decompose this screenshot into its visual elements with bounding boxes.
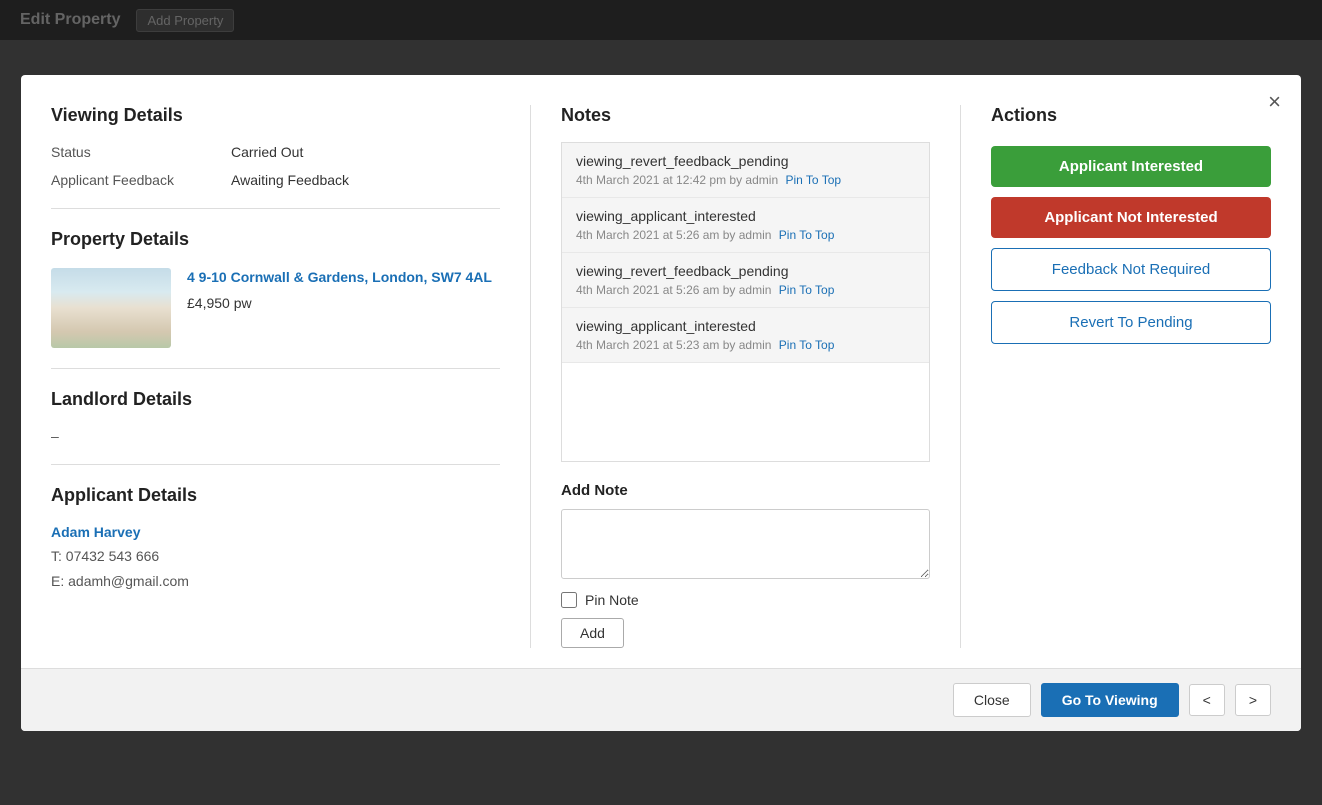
landlord-value: – <box>51 428 500 444</box>
add-note-label: Add Note <box>561 482 930 499</box>
feedback-value: Awaiting Feedback <box>231 172 349 188</box>
pin-to-top-link[interactable]: Pin To Top <box>779 338 835 352</box>
landlord-details-title: Landlord Details <box>51 389 500 410</box>
modal-footer: Close Go To Viewing < > <box>21 668 1301 731</box>
pin-note-checkbox[interactable] <box>561 592 577 608</box>
divider-1 <box>51 208 500 209</box>
notes-scroll-area[interactable]: viewing_revert_feedback_pending 4th Marc… <box>561 142 930 462</box>
applicant-phone: T: 07432 543 666 <box>51 544 500 569</box>
note-meta: 4th March 2021 at 5:23 am by admin Pin T… <box>576 338 915 352</box>
go-to-viewing-button[interactable]: Go To Viewing <box>1041 683 1179 717</box>
pin-note-label: Pin Note <box>585 592 639 608</box>
divider-3 <box>51 464 500 465</box>
property-details-section: Property Details 4 9-10 Cornwall & Garde… <box>51 229 500 348</box>
feedback-not-required-button[interactable]: Feedback Not Required <box>991 248 1271 291</box>
note-text: viewing_applicant_interested <box>576 318 915 334</box>
next-button[interactable]: > <box>1235 684 1271 716</box>
note-text: viewing_applicant_interested <box>576 208 915 224</box>
add-note-button[interactable]: Add <box>561 618 624 648</box>
applicant-name-link[interactable]: Adam Harvey <box>51 524 141 540</box>
list-item: viewing_revert_feedback_pending 4th Marc… <box>562 143 929 198</box>
actions-title: Actions <box>991 105 1271 126</box>
applicant-contact: T: 07432 543 666 E: adamh@gmail.com <box>51 544 500 594</box>
property-address-link[interactable]: 4 9-10 Cornwall & Gardens, London, SW7 4… <box>187 269 492 285</box>
note-text: viewing_revert_feedback_pending <box>576 263 915 279</box>
pin-note-row: Pin Note <box>561 592 930 608</box>
viewing-details-section: Viewing Details Status Carried Out Appli… <box>51 105 500 188</box>
feedback-row: Applicant Feedback Awaiting Feedback <box>51 172 500 188</box>
close-icon[interactable]: × <box>1268 91 1281 113</box>
property-details-title: Property Details <box>51 229 500 250</box>
applicant-details-section: Applicant Details Adam Harvey T: 07432 5… <box>51 485 500 594</box>
add-note-section: Add Note Pin Note Add <box>561 482 930 648</box>
status-value: Carried Out <box>231 144 303 160</box>
viewing-details-title: Viewing Details <box>51 105 500 126</box>
property-price: £4,950 pw <box>187 295 492 311</box>
list-item: viewing_revert_feedback_pending 4th Marc… <box>562 253 929 308</box>
property-info: 4 9-10 Cornwall & Gardens, London, SW7 4… <box>187 268 492 312</box>
prev-button[interactable]: < <box>1189 684 1225 716</box>
status-row: Status Carried Out <box>51 144 500 160</box>
middle-panel: Notes viewing_revert_feedback_pending 4t… <box>531 105 961 648</box>
landlord-details-section: Landlord Details – <box>51 389 500 444</box>
pin-to-top-link[interactable]: Pin To Top <box>779 228 835 242</box>
list-item: viewing_applicant_interested 4th March 2… <box>562 308 929 363</box>
applicant-interested-button[interactable]: Applicant Interested <box>991 146 1271 187</box>
applicant-email: E: adamh@gmail.com <box>51 569 500 594</box>
modal: × Viewing Details Status Carried Out App… <box>21 75 1301 731</box>
pin-to-top-link[interactable]: Pin To Top <box>779 283 835 297</box>
divider-2 <box>51 368 500 369</box>
close-button[interactable]: Close <box>953 683 1031 717</box>
applicant-not-interested-button[interactable]: Applicant Not Interested <box>991 197 1271 238</box>
notes-title: Notes <box>561 105 930 126</box>
note-meta: 4th March 2021 at 5:26 am by admin Pin T… <box>576 228 915 242</box>
property-image <box>51 268 171 348</box>
property-card: 4 9-10 Cornwall & Gardens, London, SW7 4… <box>51 268 500 348</box>
modal-body: Viewing Details Status Carried Out Appli… <box>21 75 1301 668</box>
right-panel: Actions Applicant Interested Applicant N… <box>961 105 1271 648</box>
note-text: viewing_revert_feedback_pending <box>576 153 915 169</box>
revert-to-pending-button[interactable]: Revert To Pending <box>991 301 1271 344</box>
status-label: Status <box>51 144 231 160</box>
note-meta: 4th March 2021 at 5:26 am by admin Pin T… <box>576 283 915 297</box>
pin-to-top-link[interactable]: Pin To Top <box>785 173 841 187</box>
left-panel: Viewing Details Status Carried Out Appli… <box>51 105 531 648</box>
applicant-details-title: Applicant Details <box>51 485 500 506</box>
note-meta: 4th March 2021 at 12:42 pm by admin Pin … <box>576 173 915 187</box>
modal-overlay: × Viewing Details Status Carried Out App… <box>0 0 1322 805</box>
list-item: viewing_applicant_interested 4th March 2… <box>562 198 929 253</box>
feedback-label: Applicant Feedback <box>51 172 231 188</box>
add-note-textarea[interactable] <box>561 509 930 579</box>
